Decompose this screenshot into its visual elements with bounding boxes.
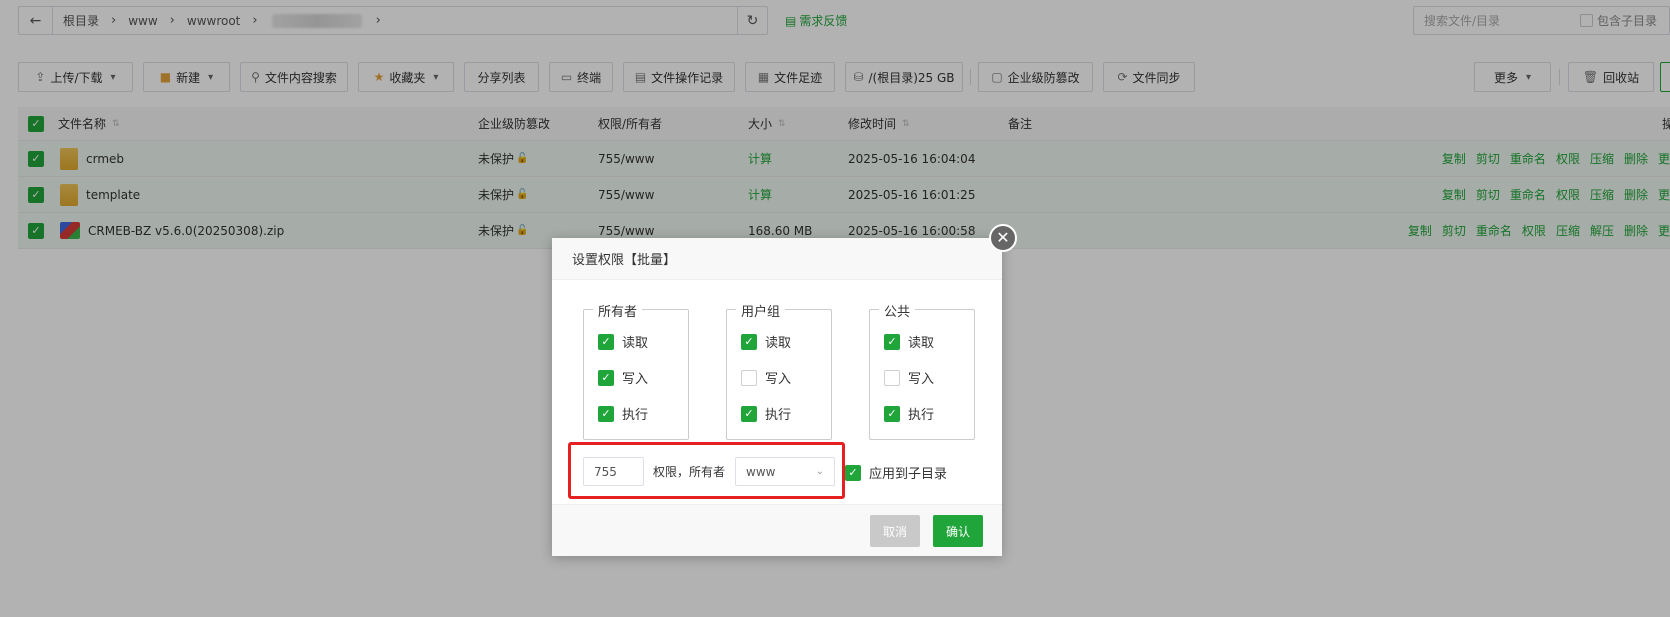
owner-write-checkbox[interactable]: ✓ 写入 (598, 368, 648, 387)
group-permission-group: 用户组 ✓ 读取 写入 ✓ 执行 (726, 301, 832, 440)
perm-label: 执行 (908, 408, 935, 423)
check-icon: ✓ (741, 333, 757, 350)
public-read-checkbox[interactable]: ✓ 读取 (884, 332, 934, 351)
perm-label: 读取 (908, 336, 935, 351)
cancel-button[interactable]: 取消 (870, 515, 920, 547)
check-icon: ✓ (741, 405, 757, 422)
public-permission-group: 公共 ✓ 读取 写入 ✓ 执行 (869, 301, 975, 440)
public-exec-checkbox[interactable]: ✓ 执行 (884, 404, 934, 423)
check-icon: ✓ (884, 405, 900, 422)
close-icon[interactable]: ✕ (989, 224, 1017, 252)
group-title: 所有者 (593, 301, 643, 320)
apply-subdir-checkbox[interactable]: ✓ 应用到子目录 (845, 463, 947, 482)
perm-owner-label: 权限，所有者 (653, 465, 726, 479)
permission-dialog: 设置权限【批量】 ✕ 所有者 ✓ 读取 ✓ 写入 ✓ 执行 用户组 ✓ 读取 写入 ✓ 执… (552, 224, 1017, 556)
perm-label: 执行 (622, 408, 649, 423)
checkbox-empty-icon (741, 369, 757, 386)
mode-input[interactable]: 755 (583, 457, 644, 486)
owner-exec-checkbox[interactable]: ✓ 执行 (598, 404, 648, 423)
check-icon: ✓ (845, 464, 861, 481)
perm-label: 写入 (622, 372, 649, 387)
group-read-checkbox[interactable]: ✓ 读取 (741, 332, 791, 351)
group-exec-checkbox[interactable]: ✓ 执行 (741, 404, 791, 423)
perm-label: 写入 (765, 372, 792, 387)
check-icon: ✓ (598, 405, 614, 422)
dialog-title: 设置权限【批量】 (552, 238, 1002, 280)
confirm-button[interactable]: 确认 (933, 515, 983, 547)
dialog-footer: 取消 确认 (552, 504, 1002, 556)
check-icon: ✓ (598, 333, 614, 350)
public-write-checkbox[interactable]: 写入 (884, 368, 934, 387)
owner-read-checkbox[interactable]: ✓ 读取 (598, 332, 648, 351)
owner-permission-group: 所有者 ✓ 读取 ✓ 写入 ✓ 执行 (583, 301, 689, 440)
perm-label: 读取 (765, 336, 792, 351)
perm-label: 读取 (622, 336, 649, 351)
group-title: 公共 (879, 301, 916, 320)
perm-label: 执行 (765, 408, 792, 423)
check-icon: ✓ (598, 369, 614, 386)
checkbox-empty-icon (884, 369, 900, 386)
check-icon: ✓ (884, 333, 900, 350)
perm-label: 写入 (908, 372, 935, 387)
owner-select[interactable]: www ⌄ (735, 457, 835, 486)
owner-select-value: www (746, 464, 776, 479)
chevron-down-icon: ⌄ (815, 466, 824, 477)
group-write-checkbox[interactable]: 写入 (741, 368, 791, 387)
group-title: 用户组 (736, 301, 786, 320)
apply-subdir-label: 应用到子目录 (869, 467, 948, 482)
